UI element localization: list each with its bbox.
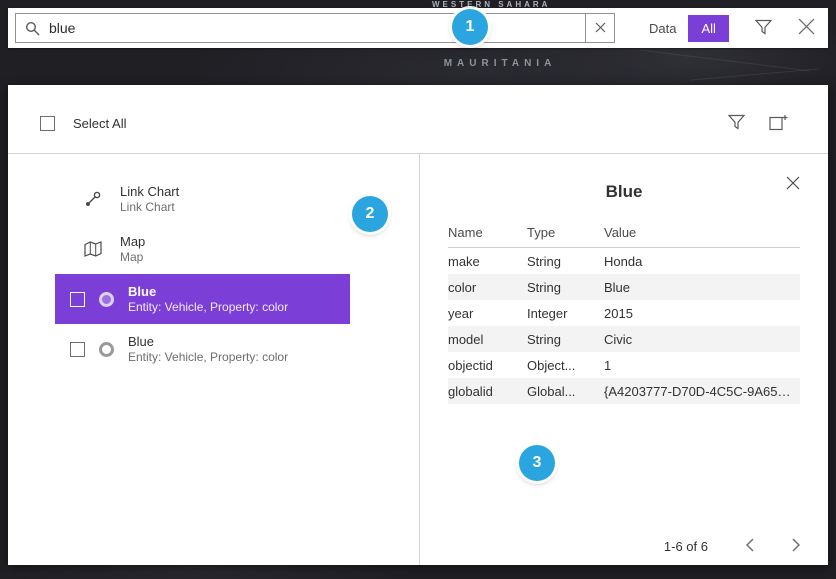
cell-name: color <box>448 280 527 295</box>
list-item-text: Blue Entity: Vehicle, Property: color <box>128 284 288 315</box>
list-item-title: Map <box>120 234 145 249</box>
all-filter-button[interactable]: All <box>688 15 728 42</box>
cell-type: String <box>527 280 604 295</box>
results-panel-header: Select All <box>8 85 828 154</box>
cell-name: year <box>448 306 527 321</box>
properties-table: Name Type Value make String Honda color … <box>448 218 800 404</box>
search-box[interactable] <box>15 13 615 43</box>
list-item-title: Link Chart <box>120 184 179 199</box>
table-row: model String Civic <box>448 326 800 352</box>
data-filter-toggle[interactable]: Data <box>649 21 676 36</box>
link-chart-icon <box>84 190 102 208</box>
list-item-blue-selected[interactable]: Blue Entity: Vehicle, Property: color <box>55 274 350 324</box>
cell-name: model <box>448 332 527 347</box>
table-header-name: Name <box>448 225 527 240</box>
panel-header-actions <box>728 113 788 134</box>
cell-value: 1 <box>604 358 800 373</box>
cell-type: Global... <box>527 384 604 399</box>
search-icon <box>16 21 40 36</box>
chevron-left-icon <box>746 538 754 555</box>
list-item-subtitle: Link Chart <box>120 200 179 215</box>
table-header-type: Type <box>527 225 604 240</box>
table-row: make String Honda <box>448 248 800 274</box>
cell-name: make <box>448 254 527 269</box>
add-button[interactable] <box>769 113 788 134</box>
search-bar: Data All <box>8 8 828 48</box>
list-item-subtitle: Entity: Vehicle, Property: color <box>128 300 288 315</box>
cell-value: Honda <box>604 254 800 269</box>
list-item-text: Blue Entity: Vehicle, Property: color <box>128 334 288 365</box>
table-row: objectid Object... 1 <box>448 352 800 378</box>
detail-panel: Blue Name Type Value make String <box>420 154 828 565</box>
cell-name: objectid <box>448 358 527 373</box>
results-panel: Select All <box>8 85 828 565</box>
close-x-icon <box>798 18 815 38</box>
chevron-right-icon <box>792 538 800 555</box>
map-icon <box>84 241 102 257</box>
item-checkbox[interactable] <box>70 292 85 307</box>
square-plus-icon <box>769 113 788 134</box>
clear-x-icon <box>595 21 606 36</box>
cell-name: globalid <box>448 384 527 399</box>
table-header-row: Name Type Value <box>448 218 800 248</box>
panel-filter-button[interactable] <box>728 114 745 133</box>
cell-type: String <box>527 332 604 347</box>
detail-close-button[interactable] <box>786 176 800 193</box>
entity-circle-icon <box>99 292 114 307</box>
funnel-icon <box>755 19 772 38</box>
list-item-blue[interactable]: Blue Entity: Vehicle, Property: color <box>55 324 350 374</box>
table-row: globalid Global... {A4203777-D70D-4C5C-9… <box>448 378 800 404</box>
annotation-badge-1: 1 <box>452 9 488 45</box>
list-item-text: Map Map <box>120 234 145 265</box>
results-panel-body: Link Chart Link Chart Map Map <box>8 154 828 565</box>
app-window: WESTERN SAHARA MAURITANIA Data All <box>0 0 836 579</box>
search-input[interactable] <box>49 15 585 41</box>
funnel-icon <box>728 114 745 133</box>
list-item-subtitle: Entity: Vehicle, Property: color <box>128 350 288 365</box>
pagination: 1-6 of 6 <box>664 538 800 555</box>
entity-circle-icon <box>99 342 114 357</box>
map-label-mauritania: MAURITANIA <box>444 58 557 69</box>
table-row: color String Blue <box>448 274 800 300</box>
annotation-badge-3: 3 <box>519 445 555 481</box>
pagination-prev-button[interactable] <box>746 538 754 555</box>
close-search-button[interactable] <box>798 18 815 38</box>
cell-type: String <box>527 254 604 269</box>
cell-value: Blue <box>604 280 800 295</box>
select-all-checkbox[interactable] <box>40 116 55 131</box>
list-item-subtitle: Map <box>120 250 145 265</box>
clear-search-button[interactable] <box>585 14 614 42</box>
cell-value: 2015 <box>604 306 800 321</box>
detail-title: Blue <box>448 182 800 202</box>
cell-value: {A4203777-D70D-4C5C-9A65-C... <box>604 384 800 399</box>
pagination-next-button[interactable] <box>792 538 800 555</box>
list-item-text: Link Chart Link Chart <box>120 184 179 215</box>
select-all-label: Select All <box>73 116 126 131</box>
cell-type: Object... <box>527 358 604 373</box>
table-header-value: Value <box>604 225 800 240</box>
item-checkbox[interactable] <box>70 342 85 357</box>
list-item-title: Blue <box>128 284 288 299</box>
cell-type: Integer <box>527 306 604 321</box>
annotation-badge-2: 2 <box>352 196 388 232</box>
close-x-icon <box>786 176 800 193</box>
search-filter-button[interactable] <box>755 19 772 38</box>
list-item-title: Blue <box>128 334 288 349</box>
table-row: year Integer 2015 <box>448 300 800 326</box>
pagination-label: 1-6 of 6 <box>664 539 708 554</box>
cell-value: Civic <box>604 332 800 347</box>
